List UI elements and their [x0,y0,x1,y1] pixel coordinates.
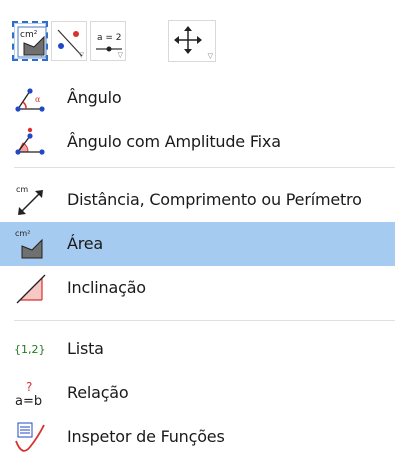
slider-icon-text: a = 2 [97,33,122,43]
angle-fixed-size-icon [15,127,45,155]
menu-item-angle[interactable]: α Ângulo [0,76,395,120]
area-icon-text: cm² [15,229,30,238]
dropdown-triangle-icon: ▽ [38,50,44,58]
menu-item-label: Lista [67,339,104,358]
toolbar: cm² ▽ ▽ a = 2 ▽ ▽ [0,0,395,66]
relation-icon: ? a=b [15,380,42,409]
menu-separator [14,320,395,321]
area-tool-button[interactable]: cm² ▽ [12,21,48,61]
menu-item-label: Ângulo com Amplitude Fixa [67,132,281,151]
svg-text:α: α [35,95,41,104]
tool-dropdown-menu: α Ângulo Ângulo com Amplitude Fixa cm Di… [0,66,395,455]
list-icon: {1,2} [14,343,46,356]
menu-item-area[interactable]: cm² Área [0,222,395,266]
menu-item-relation[interactable]: ? a=b Relação [0,371,395,415]
list-icon-text: {1,2} [14,343,46,356]
menu-item-label: Área [67,234,104,253]
relation-icon-mark: ? [26,380,32,394]
menu-item-distance[interactable]: cm Distância, Comprimento ou Perímetro [0,178,395,222]
distance-icon-text: cm [16,185,28,194]
menu-separator [14,167,395,168]
relation-icon-text: a=b [15,394,42,409]
slider-tool-button[interactable]: a = 2 ▽ [90,21,126,61]
menu-item-label: Distância, Comprimento ou Perímetro [67,190,362,209]
dropdown-triangle-icon: ▽ [117,51,123,59]
menu-item-function-inspector[interactable]: Inspetor de Funções [0,415,395,459]
menu-item-angle-fixed[interactable]: Ângulo com Amplitude Fixa [0,120,395,164]
menu-item-slope[interactable]: Inclinação [0,266,395,310]
menu-item-label: Inclinação [67,278,146,297]
menu-item-list[interactable]: {1,2} Lista [0,327,395,371]
menu-item-label: Relação [67,383,129,402]
area-icon: cm² [17,26,47,58]
dropdown-triangle-icon: ▽ [78,51,84,59]
menu-item-label: Ângulo [67,88,122,107]
menu-item-label: Inspetor de Funções [67,427,225,446]
angle-icon: α [15,88,45,112]
move-tool-button[interactable]: ▽ [168,20,216,62]
distance-icon: cm [16,185,43,215]
area-icon: cm² [15,229,43,259]
slope-icon [16,274,46,304]
line-tool-button[interactable]: ▽ [51,21,87,61]
dropdown-triangle-icon: ▽ [207,52,213,60]
area-icon-text: cm² [20,30,38,40]
function-inspector-icon [15,422,45,452]
